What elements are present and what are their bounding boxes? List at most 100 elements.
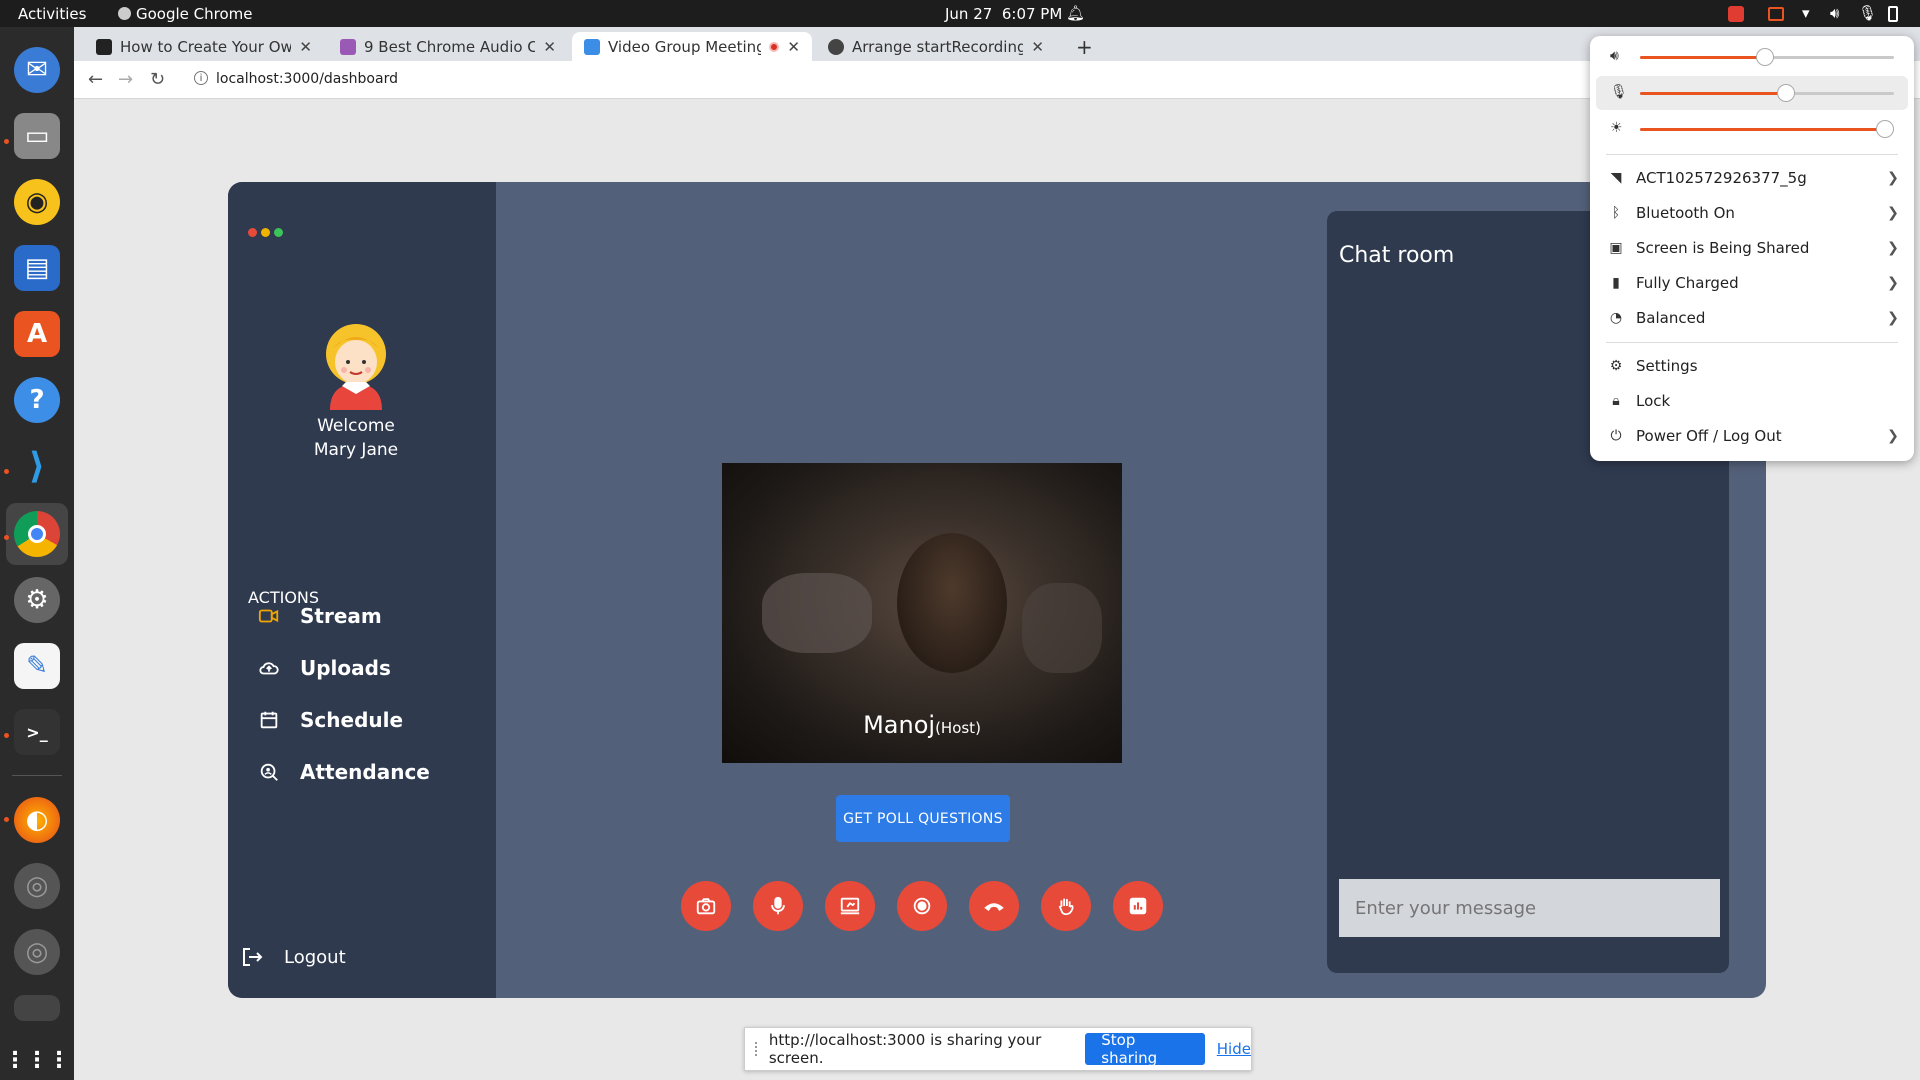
- participant-role: (Host): [935, 719, 981, 737]
- poll-button[interactable]: [1113, 881, 1163, 931]
- app-center-icon[interactable]: A: [14, 311, 60, 357]
- search-person-icon: [260, 763, 278, 781]
- site-info-icon[interactable]: i: [194, 71, 208, 85]
- drive-icon[interactable]: [14, 995, 60, 1021]
- mic-knob[interactable]: [1776, 84, 1795, 102]
- get-poll-questions-button[interactable]: GET POLL QUESTIONS: [836, 795, 1010, 842]
- tab[interactable]: How to Create Your Own ✕: [84, 32, 324, 61]
- sidebar-item-label: Uploads: [300, 656, 391, 680]
- menu-item-label: Balanced: [1636, 309, 1706, 327]
- welcome-line: Welcome: [317, 416, 395, 436]
- firefox-icon[interactable]: ◐: [14, 797, 60, 843]
- forward-icon[interactable]: →: [118, 69, 133, 90]
- brightness-slider[interactable]: [1640, 120, 1894, 138]
- window-dots: [248, 228, 283, 237]
- hide-link[interactable]: Hide: [1217, 1040, 1251, 1058]
- files-icon[interactable]: ▭: [14, 113, 60, 159]
- participant-name: Manoj(Host): [722, 711, 1122, 739]
- camera-button[interactable]: [681, 881, 731, 931]
- volume-knob[interactable]: [1755, 48, 1774, 66]
- close-icon[interactable]: ✕: [787, 38, 800, 56]
- thunderbird-icon[interactable]: ✉: [14, 47, 60, 93]
- record-button[interactable]: [897, 881, 947, 931]
- sidebar: Welcome Mary Jane ACTIONS Stream Uploads…: [228, 182, 496, 998]
- activities-button[interactable]: Activities: [18, 5, 86, 23]
- screen-share-indicator-icon[interactable]: [1728, 6, 1744, 22]
- chat-message-input[interactable]: [1339, 879, 1720, 937]
- chevron-right-icon: ❯: [1887, 205, 1899, 221]
- sidebar-item-attendance[interactable]: Attendance: [258, 760, 430, 784]
- microphone-icon[interactable]: 🎙︎: [1858, 4, 1877, 22]
- menu-item-label: Screen is Being Shared: [1636, 239, 1810, 257]
- video-tile[interactable]: Manoj(Host): [722, 463, 1122, 763]
- raise-hand-button[interactable]: [1041, 881, 1091, 931]
- wifi-menu-item[interactable]: ◥ ACT102572926377_5g ❯: [1596, 162, 1908, 194]
- running-indicator: [4, 139, 9, 144]
- rhythmbox-icon[interactable]: ◉: [14, 179, 60, 225]
- sidebar-item-uploads[interactable]: Uploads: [258, 656, 391, 680]
- help-icon[interactable]: ?: [14, 377, 60, 423]
- reload-icon[interactable]: ↻: [150, 69, 165, 90]
- tab-title: Video Group Meeting: [608, 37, 762, 56]
- chrome-icon[interactable]: [14, 511, 60, 557]
- tab[interactable]: 9 Best Chrome Audio Cap ✕: [328, 32, 568, 61]
- user-name: Mary Jane: [313, 440, 399, 460]
- chevron-right-icon: ❯: [1887, 428, 1899, 444]
- vscode-icon[interactable]: ⟩: [14, 443, 60, 489]
- battery-icon[interactable]: [1888, 6, 1898, 22]
- disc-drive-icon[interactable]: ◎: [14, 929, 60, 975]
- favicon-icon: [340, 38, 356, 55]
- chevron-right-icon: ❯: [1887, 170, 1899, 186]
- tab[interactable]: Arrange startRecording F ✕: [816, 32, 1056, 61]
- sidebar-item-schedule[interactable]: Schedule: [258, 708, 403, 732]
- clock[interactable]: Jun 27 6:07 PM: [945, 5, 1062, 23]
- volume-icon[interactable]: 🔊︎: [1830, 4, 1839, 22]
- terminal-icon[interactable]: >_: [14, 709, 60, 755]
- stop-sharing-button[interactable]: Stop sharing: [1085, 1031, 1205, 1067]
- hang-up-button[interactable]: [969, 881, 1019, 931]
- settings-menu-item[interactable]: ⚙ Settings: [1596, 350, 1908, 382]
- power-mode-menu-item[interactable]: ◔ Balanced ❯: [1596, 302, 1908, 334]
- back-icon[interactable]: ←: [88, 69, 103, 90]
- chat-title: Chat room: [1339, 243, 1455, 268]
- screen-shared-menu-item[interactable]: ▣ Screen is Being Shared ❯: [1596, 232, 1908, 264]
- disc-drive-icon[interactable]: ◎: [14, 863, 60, 909]
- cloud-upload-icon: [259, 662, 279, 675]
- lock-menu-item[interactable]: 🔒︎ Lock: [1596, 385, 1908, 417]
- screen-share-button[interactable]: [825, 881, 875, 931]
- sidebar-item-label: Attendance: [300, 760, 430, 784]
- video-background: [1022, 583, 1102, 673]
- show-apps-icon[interactable]: ⋮⋮⋮: [4, 1037, 70, 1080]
- calendar-icon: [260, 711, 278, 729]
- close-icon[interactable]: ✕: [299, 38, 312, 56]
- volume-slider[interactable]: [1640, 48, 1894, 66]
- logout-button[interactable]: Logout: [240, 945, 346, 969]
- record-icon: [913, 897, 931, 915]
- settings-icon[interactable]: ⚙: [14, 577, 60, 623]
- screen-share-icon: ▣: [1609, 240, 1623, 256]
- close-icon[interactable]: ✕: [543, 38, 556, 56]
- power-menu-item[interactable]: ⏻ Power Off / Log Out ❯: [1596, 420, 1908, 452]
- menu-item-label: ACT102572926377_5g: [1636, 169, 1807, 187]
- brightness-knob[interactable]: [1876, 120, 1894, 138]
- screencast-icon[interactable]: [1768, 7, 1784, 21]
- bluetooth-menu-item[interactable]: ᛒ Bluetooth On ❯: [1596, 197, 1908, 229]
- wifi-icon[interactable]: ▾: [1802, 4, 1810, 22]
- tab-active[interactable]: Video Group Meeting ✕: [572, 32, 812, 61]
- libreoffice-writer-icon[interactable]: ▤: [14, 245, 60, 291]
- url-field[interactable]: localhost:3000/dashboard: [216, 71, 398, 87]
- app-menu[interactable]: Google Chrome: [118, 5, 253, 23]
- meeting-app: Welcome Mary Jane ACTIONS Stream Uploads…: [228, 182, 1766, 998]
- battery-menu-item[interactable]: ▮ Fully Charged ❯: [1596, 267, 1908, 299]
- running-indicator: [4, 817, 9, 822]
- sidebar-item-stream[interactable]: Stream: [258, 604, 382, 628]
- chevron-right-icon: ❯: [1887, 275, 1899, 291]
- text-editor-icon[interactable]: ✎: [14, 643, 60, 689]
- new-tab-button[interactable]: +: [1064, 32, 1105, 61]
- screen-sharing-bar: http://localhost:3000 is sharing your sc…: [744, 1027, 1252, 1071]
- close-icon[interactable]: ✕: [1031, 38, 1044, 56]
- drag-handle[interactable]: [755, 1042, 759, 1056]
- microphone-button[interactable]: [753, 881, 803, 931]
- tab-title: 9 Best Chrome Audio Cap: [364, 37, 536, 56]
- mic-slider[interactable]: [1640, 84, 1894, 102]
